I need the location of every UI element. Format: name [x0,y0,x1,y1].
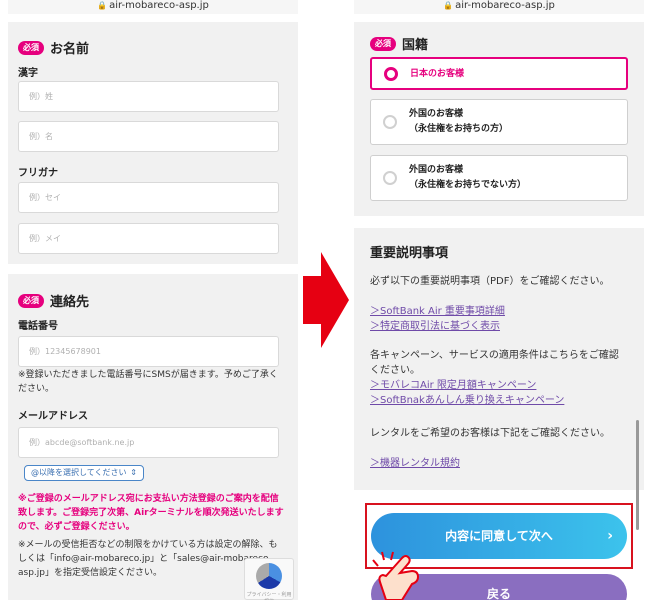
important-links-2: ＞モバレコAir 限定月額キャンペーン ＞SoftBnakあんしん乗り換えキャン… [370,378,628,408]
important-text-1: 必ず以下の重要説明事項（PDF）をご確認ください。 [370,276,610,287]
email-domain-select-value: @以降を選択してください [31,468,127,477]
radio-selected-icon [384,66,398,81]
radio-unselected-icon [383,171,397,185]
url-bar[interactable]: 🔒 air-mobareco-asp.jp [354,0,644,14]
left-phone-screen: 🔒 air-mobareco-asp.jp 必須 お名前 漢字 例）姓 例）名 フ… [8,0,298,600]
kanji-label: 漢字 [18,68,38,79]
section-title-important: 重要説明事項 [370,246,449,261]
recaptcha-badge[interactable]: プライバシー・利用規約 [244,558,294,600]
name-section: 必須 お名前 漢字 例）姓 例）名 フリガナ 例）セイ 例）メイ [8,22,298,264]
link-monthly-campaign[interactable]: ＞モバレコAir 限定月額キャンペーン [370,378,628,393]
recaptcha-text: プライバシー・利用規約 [246,592,292,600]
important-text-3: レンタルをご希望のお客様は下記をご確認ください。 [370,428,610,439]
email-input[interactable]: 例）abcde@softbank.ne.jp [18,427,279,458]
chevron-right-icon: › [607,528,613,544]
first-name-kana-input[interactable]: 例）メイ [18,223,279,254]
link-important-details[interactable]: ＞SoftBank Air 重要事項詳細 [370,304,628,319]
url-text: air-mobareco-asp.jp [109,0,209,11]
radio-option-foreign-nonpermanent[interactable]: 外国のお客様 （永住権をお持ちでない方） [370,155,628,201]
section-title-nationality: 国籍 [402,38,429,53]
email-domain-select[interactable]: @以降を選択してください ⇕ [24,465,144,481]
important-links-3: ＞機器レンタル規約 [370,456,628,471]
url-text: air-mobareco-asp.jp [455,0,555,11]
email-label: メールアドレス [18,411,88,422]
link-commercial-law[interactable]: ＞特定商取引法に基づく表示 [370,319,628,334]
scrollbar[interactable] [636,420,639,530]
link-switch-campaign[interactable]: ＞SoftBnakあんしん乗り換えキャンペーン [370,393,628,408]
pointing-hand-icon [372,551,420,600]
important-text-2: 各キャンペーン、サービスの適用条件はこちらをご確認ください。 [370,350,619,376]
furigana-label: フリガナ [18,168,58,179]
right-phone-screen: 🔒 air-mobareco-asp.jp 必須 国籍 日本のお客様 外国のお客様… [354,0,644,600]
nationality-section: 必須 国籍 日本のお客様 外国のお客様 （永住権をお持ちの方） 外国のお客様 （… [354,22,644,216]
url-bar[interactable]: 🔒 air-mobareco-asp.jp [8,0,298,14]
radio-label: 日本のお客様 [410,69,465,79]
select-arrows-icon: ⇕ [130,468,137,477]
phone-label: 電話番号 [18,321,58,332]
right-arrow-icon [303,252,349,348]
agree-next-label: 内容に同意して次へ [445,529,553,543]
last-name-kana-input[interactable]: 例）セイ [18,182,279,213]
radio-label: 外国のお客様 [409,165,464,175]
required-badge: 必須 [18,40,44,55]
radio-sublabel: （永住権をお持ちの方） [409,124,509,134]
contact-section: 必須 連絡先 電話番号 例）12345678901 ※登録いただきました電話番号… [8,274,298,600]
required-badge: 必須 [18,293,44,308]
phone-input[interactable]: 例）12345678901 [18,336,279,367]
phone-note: ※登録いただきました電話番号にSMSが届きます。予めご了承ください。 [18,370,278,394]
required-badge: 必須 [370,36,396,51]
first-name-input[interactable]: 例）名 [18,121,279,152]
section-title-contact: 連絡先 [50,295,90,310]
radio-option-foreign-permanent[interactable]: 外国のお客様 （永住権をお持ちの方） [370,99,628,145]
recaptcha-icon [256,563,282,589]
radio-option-japanese[interactable]: 日本のお客様 [370,57,628,90]
email-warning-note: ※ご登録のメールアドレス宛にお支払い方法登録のご案内を配信致します。ご登録完了次… [18,494,284,532]
radio-label: 外国のお客様 [409,109,464,119]
lock-icon: 🔒 [443,1,454,10]
section-title-name: お名前 [50,42,90,57]
last-name-input[interactable]: 例）姓 [18,81,279,112]
important-links-1: ＞SoftBank Air 重要事項詳細 ＞特定商取引法に基づく表示 [370,304,628,334]
back-label: 戻る [486,587,511,600]
important-info-section: 重要説明事項 必ず以下の重要説明事項（PDF）をご確認ください。 ＞SoftBa… [354,228,644,490]
link-rental-terms[interactable]: ＞機器レンタル規約 [370,456,628,471]
lock-icon: 🔒 [97,1,108,10]
radio-sublabel: （永住権をお持ちでない方） [409,180,527,190]
radio-unselected-icon [383,115,397,129]
